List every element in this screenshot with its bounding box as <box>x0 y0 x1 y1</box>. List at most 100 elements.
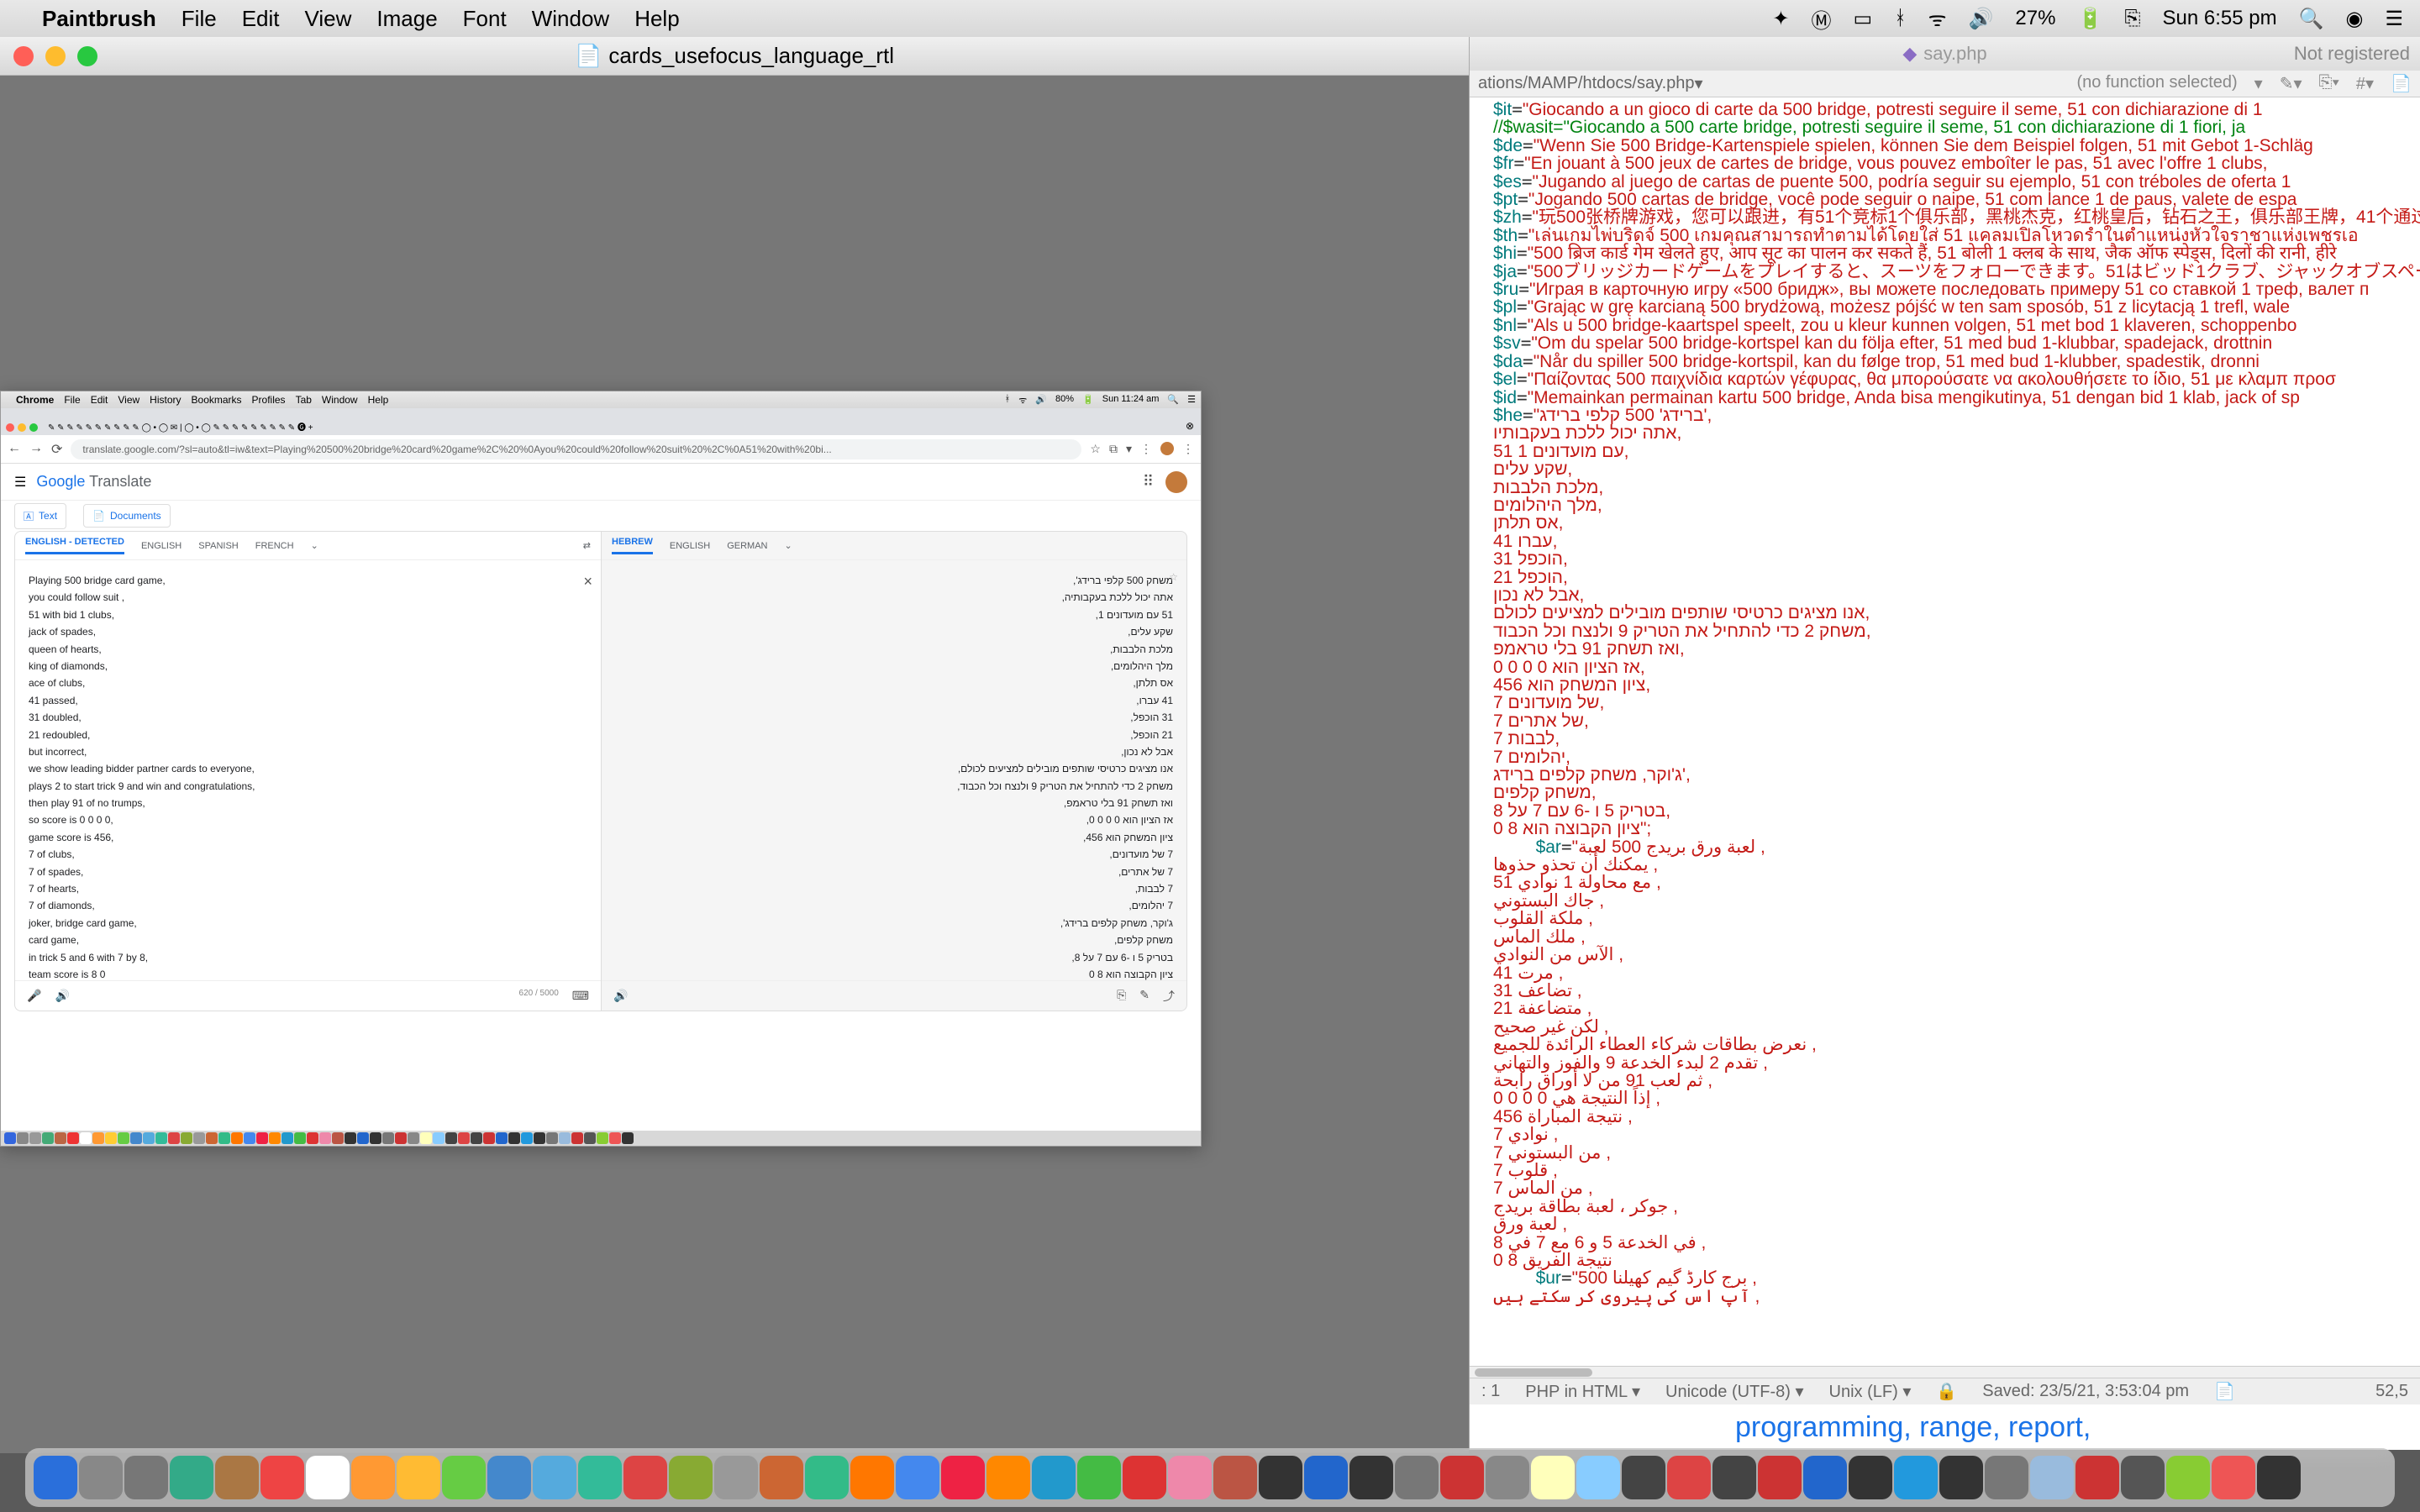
clock[interactable]: Sun 6:55 pm <box>2163 7 2277 30</box>
dock-app[interactable] <box>1077 1456 1121 1499</box>
notifications-icon[interactable]: ☰ <box>2385 7 2403 31</box>
tray-icon[interactable]: Ⓜ <box>1812 4 1832 34</box>
reload-icon: ⟳ <box>51 441 62 458</box>
file-path[interactable]: ations/MAMP/htdocs/say.php <box>1478 74 1695 93</box>
menu-file[interactable]: File <box>182 6 217 32</box>
menu-edit[interactable]: Edit <box>242 6 280 32</box>
dock-app[interactable] <box>1213 1456 1257 1499</box>
close-button[interactable] <box>13 46 34 66</box>
dock-app[interactable] <box>124 1456 168 1499</box>
dock-app[interactable] <box>2212 1456 2255 1499</box>
control-center-icon[interactable]: ⎘ <box>2124 7 2140 30</box>
dock-app[interactable] <box>1849 1456 1892 1499</box>
zoom-button[interactable] <box>77 46 97 66</box>
wifi-icon[interactable]: ᯤ <box>1928 5 1947 33</box>
dock-app[interactable] <box>2166 1456 2210 1499</box>
dock-app[interactable] <box>1622 1456 1665 1499</box>
php-file-icon: ◆ <box>1902 43 1917 65</box>
document-title: cards_usefocus_language_rtl <box>608 43 894 69</box>
dock-app[interactable] <box>1123 1456 1166 1499</box>
dock-app[interactable] <box>170 1456 213 1499</box>
dock-app[interactable] <box>623 1456 667 1499</box>
menu-font[interactable]: Font <box>463 6 507 32</box>
dock-app[interactable] <box>1803 1456 1847 1499</box>
menu-help[interactable]: Help <box>634 6 679 32</box>
dock-app[interactable] <box>1758 1456 1802 1499</box>
swap-icon: ⇄ <box>583 540 591 551</box>
dock-app[interactable] <box>306 1456 350 1499</box>
dock-app[interactable] <box>1349 1456 1393 1499</box>
copy-icon[interactable]: ⎘▾ <box>2319 73 2339 94</box>
dock-app[interactable] <box>1486 1456 1529 1499</box>
tray-icon[interactable]: ✦ <box>1772 7 1789 31</box>
embedded-screenshot: Chrome File Edit View History Bookmarks … <box>0 391 1202 1147</box>
dock-app[interactable] <box>1032 1456 1076 1499</box>
dock-app[interactable] <box>487 1456 531 1499</box>
volume-icon[interactable]: 🔊 <box>1969 7 1994 31</box>
dock-app[interactable] <box>260 1456 304 1499</box>
dock-app[interactable] <box>1168 1456 1212 1499</box>
dock-app[interactable] <box>850 1456 894 1499</box>
dock-app[interactable] <box>2030 1456 2074 1499</box>
dock-app[interactable] <box>2075 1456 2119 1499</box>
menu-image[interactable]: Image <box>376 6 437 32</box>
dock-app[interactable] <box>578 1456 622 1499</box>
dock-app[interactable] <box>215 1456 259 1499</box>
dock-app[interactable] <box>1531 1456 1575 1499</box>
battery-icon[interactable]: 🔋 <box>2077 7 2102 31</box>
dock-app[interactable] <box>1712 1456 1756 1499</box>
hash-icon[interactable]: #▾ <box>2356 73 2374 94</box>
dock-app[interactable] <box>1576 1456 1620 1499</box>
dock-app[interactable] <box>34 1456 77 1499</box>
spotlight-icon[interactable]: 🔍 <box>2299 7 2324 31</box>
dock-app[interactable] <box>2257 1456 2301 1499</box>
display-icon[interactable]: ▭ <box>1854 7 1873 31</box>
language-selector[interactable]: PHP in HTML ▾ <box>1525 1381 1640 1402</box>
chevron-down-icon: ⌄ <box>784 540 792 551</box>
dock-app[interactable] <box>1894 1456 1938 1499</box>
dock-app[interactable] <box>1667 1456 1711 1499</box>
dock-app[interactable] <box>79 1456 123 1499</box>
forward-icon: → <box>29 441 43 458</box>
dock-app[interactable] <box>351 1456 395 1499</box>
function-selector[interactable]: (no function selected) <box>2076 73 2237 94</box>
doc-icon[interactable]: 📄 <box>2391 73 2412 94</box>
menu-window[interactable]: Window <box>532 6 609 32</box>
app-name[interactable]: Paintbrush <box>42 6 156 32</box>
dock[interactable] <box>25 1448 2395 1507</box>
dock-app[interactable] <box>1939 1456 1983 1499</box>
pencil-icon[interactable]: ✎▾ <box>2280 73 2302 94</box>
copy-icon: ⎘ <box>1117 988 1126 1005</box>
dock-app[interactable] <box>1985 1456 2028 1499</box>
dock-app[interactable] <box>714 1456 758 1499</box>
dock-app[interactable] <box>1304 1456 1348 1499</box>
code-editor-window: ◆say.php Not registered ations/MAMP/htdo… <box>1469 37 2420 1450</box>
dock-app[interactable] <box>760 1456 803 1499</box>
dock-app[interactable] <box>2121 1456 2165 1499</box>
registration-status: Not registered <box>2294 43 2410 65</box>
battery-percent[interactable]: 27% <box>2015 7 2055 30</box>
paintbrush-canvas[interactable]: Chrome File Edit View History Bookmarks … <box>0 76 1469 1453</box>
dock-app[interactable] <box>896 1456 939 1499</box>
dock-app[interactable] <box>805 1456 849 1499</box>
dock-app[interactable] <box>1440 1456 1484 1499</box>
url-field <box>71 439 1081 459</box>
dock-app[interactable] <box>1395 1456 1439 1499</box>
autocomplete-suggestions[interactable]: programming, range, report, <box>1470 1404 2420 1450</box>
dock-app[interactable] <box>986 1456 1030 1499</box>
code-area[interactable]: $it="Giocando a un gioco di carte da 500… <box>1470 97 2420 1366</box>
siri-icon[interactable]: ◉ <box>2346 7 2364 31</box>
menu-view[interactable]: View <box>305 6 352 32</box>
paintbrush-titlebar: 📄 cards_usefocus_language_rtl <box>0 37 1469 76</box>
line-ending-selector[interactable]: Unix (LF) ▾ <box>1829 1381 1912 1402</box>
dock-app[interactable] <box>397 1456 440 1499</box>
dock-app[interactable] <box>442 1456 486 1499</box>
dock-app[interactable] <box>941 1456 985 1499</box>
dock-app[interactable] <box>1259 1456 1302 1499</box>
minimize-button[interactable] <box>45 46 66 66</box>
dock-app[interactable] <box>533 1456 576 1499</box>
bluetooth-icon[interactable]: ᚼ <box>1894 7 1906 30</box>
dock-app[interactable] <box>669 1456 713 1499</box>
encoding-selector[interactable]: Unicode (UTF-8) ▾ <box>1665 1381 1804 1402</box>
target-text: ☆משחק 500 קלפי ברידג', אתה יכול ללכת בעק… <box>602 560 1186 980</box>
